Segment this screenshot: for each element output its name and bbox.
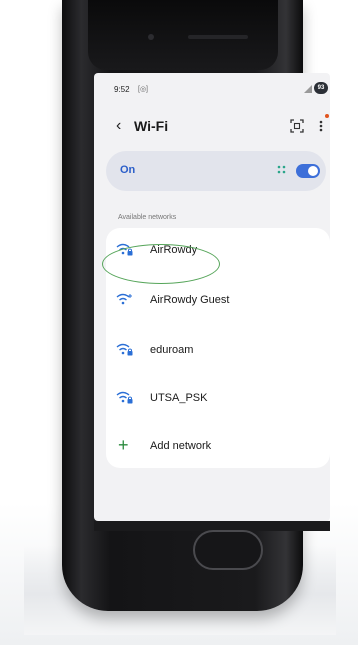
phone-screen: 9:52 [◎] 93 ‹ Wi-Fi On Available network… — [94, 73, 330, 521]
available-networks-label: Available networks — [118, 214, 177, 221]
screenshot-status-icon: [◎] — [138, 86, 148, 93]
notification-dot — [325, 114, 329, 118]
wifi-lock-icon — [116, 243, 133, 256]
qr-scan-icon[interactable] — [290, 119, 304, 133]
wifi-icon — [116, 293, 132, 305]
plus-icon: + — [118, 435, 129, 455]
earpiece-speaker — [188, 35, 248, 39]
network-list: AirRowdy AirRowdy Guest eduroam UTSA_PSK… — [106, 228, 330, 468]
add-network-label: Add network — [150, 440, 212, 452]
network-name: UTSA_PSK — [150, 392, 208, 404]
battery-icon: 93 — [314, 82, 328, 94]
add-network-button[interactable]: + Add network — [106, 426, 330, 466]
phone-top — [88, 0, 278, 70]
network-item-airrowdy[interactable]: AirRowdy — [106, 230, 330, 270]
wifi-toggle-switch[interactable] — [296, 164, 320, 178]
network-name: eduroam — [150, 344, 194, 356]
home-button[interactable] — [193, 530, 263, 570]
back-icon[interactable]: ‹ — [116, 117, 130, 135]
network-name: AirRowdy — [150, 244, 198, 256]
switch-knob — [308, 166, 318, 176]
wifi-lock-icon — [116, 391, 133, 404]
scene: 9:52 [◎] 93 ‹ Wi-Fi On Available network… — [0, 0, 358, 645]
page-title: Wi-Fi — [134, 118, 169, 134]
network-item-eduroam[interactable]: eduroam — [106, 330, 330, 370]
network-item-airrowdy-guest[interactable]: AirRowdy Guest — [106, 280, 330, 320]
wifi-lock-icon — [116, 343, 133, 356]
intelligent-wifi-icon[interactable] — [276, 163, 290, 177]
network-item-utsa-psk[interactable]: UTSA_PSK — [106, 378, 330, 418]
status-time: 9:52 — [114, 85, 130, 94]
network-name: AirRowdy Guest — [150, 294, 230, 306]
more-options-icon[interactable] — [316, 117, 326, 135]
wifi-toggle-label: On — [120, 164, 136, 176]
front-camera — [148, 34, 154, 40]
signal-icon — [304, 85, 312, 93]
wifi-toggle-card[interactable]: On — [106, 151, 326, 191]
